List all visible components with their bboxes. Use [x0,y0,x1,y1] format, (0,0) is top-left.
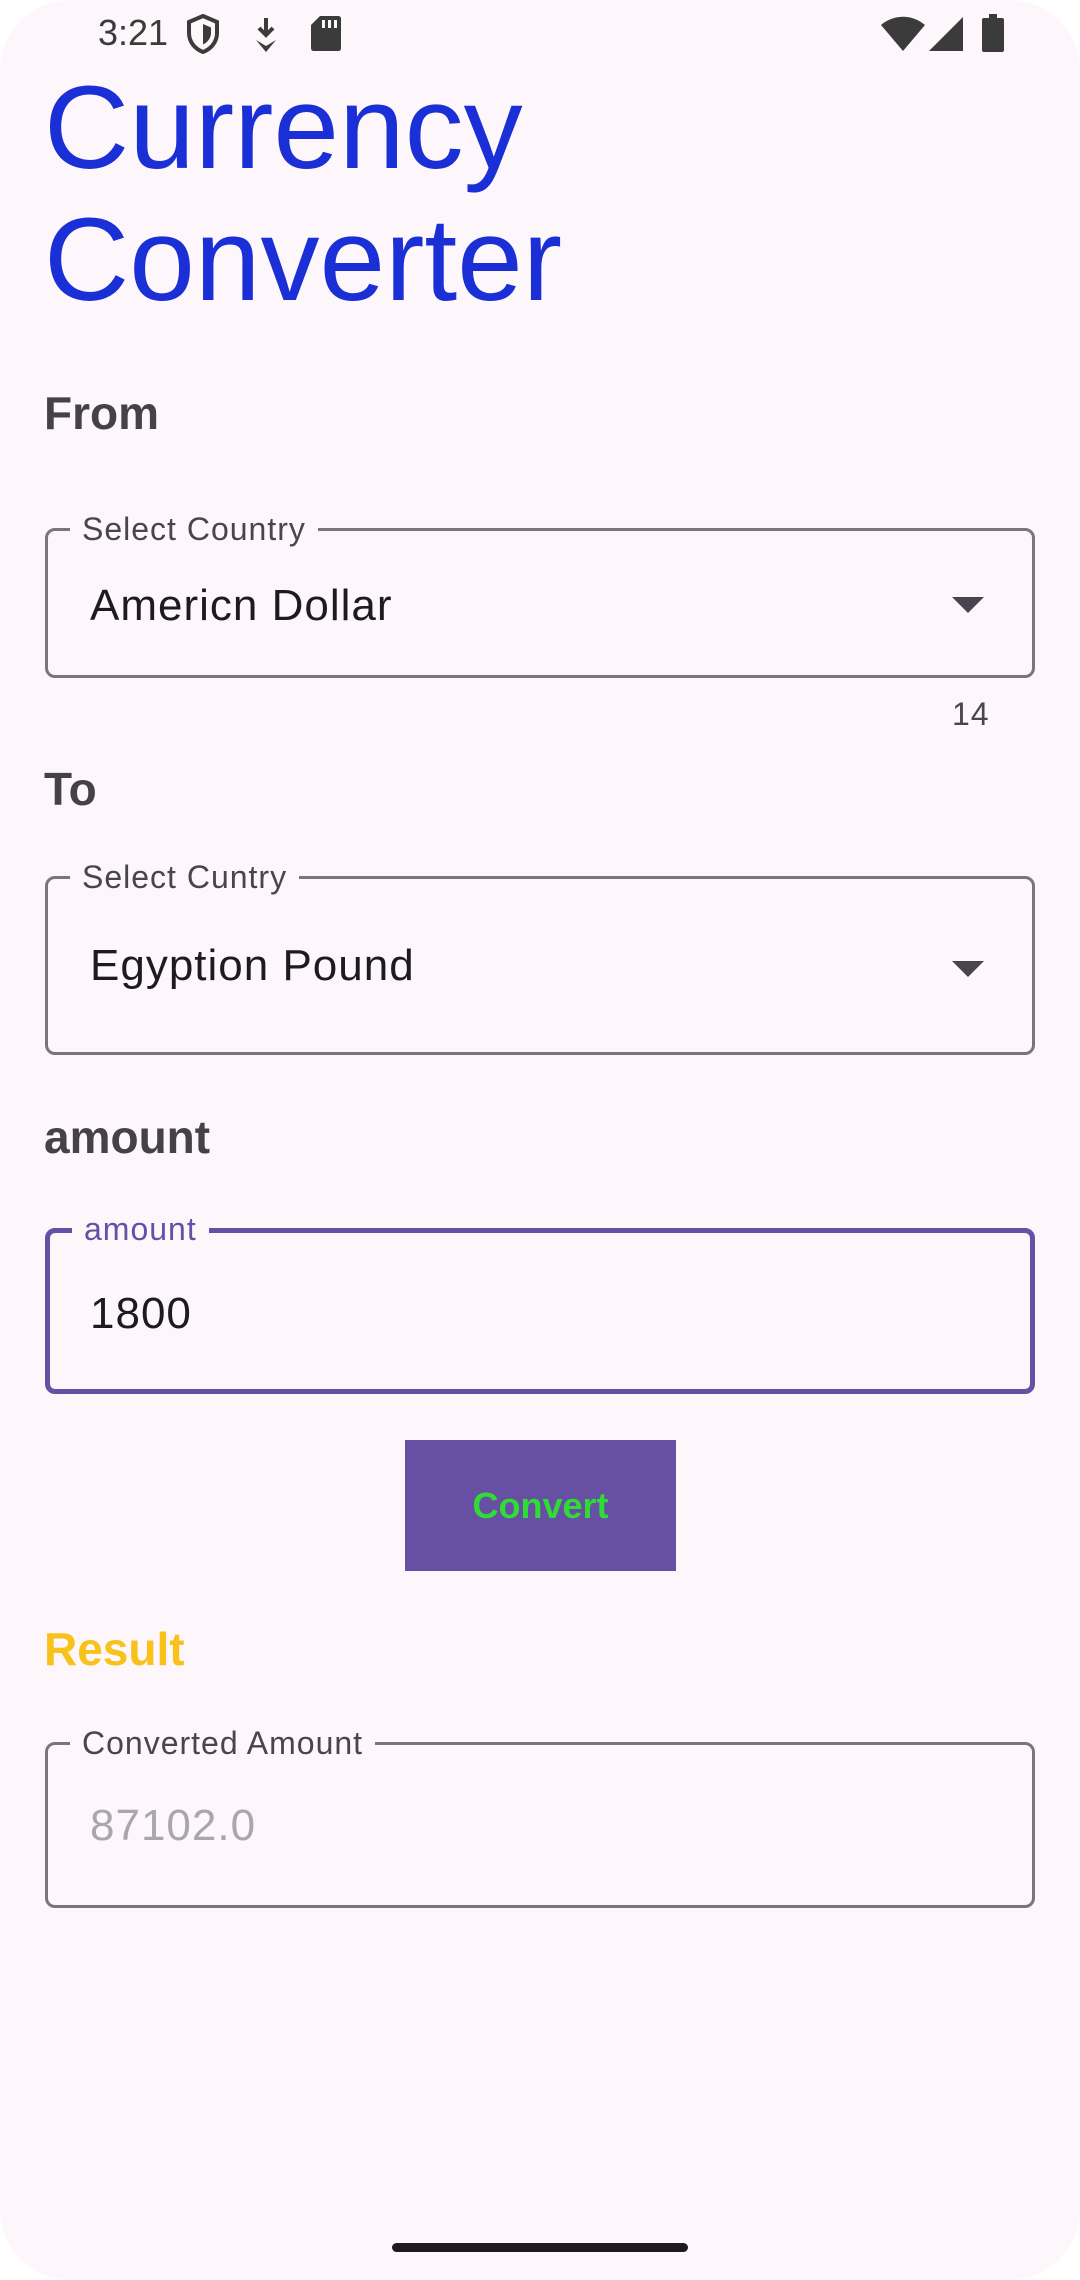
amount-input[interactable]: amount 1800 [45,1209,1035,1394]
converted-amount-field: Converted Amount 87102.0 [45,1723,1035,1908]
result-label: Result [44,1623,185,1675]
shield-icon [186,13,220,59]
convert-button[interactable]: Convert [405,1440,676,1571]
title-line-2: Converter [44,194,563,326]
to-selected-value: Egyption Pound [90,941,415,990]
status-bar: 3:21 [0,0,1080,66]
title-line-1: Currency [44,62,523,194]
page-title: Currency Converter [44,62,944,326]
amount-label: amount [44,1111,211,1163]
amount-value[interactable]: 1800 [90,1289,192,1339]
character-counter: 14 [952,696,990,732]
to-label: To [44,763,97,815]
from-selected-value: Americn Dollar [90,581,393,630]
sd-card-icon [310,14,342,57]
status-time: 3:21 [98,12,169,53]
dropdown-arrow-icon[interactable] [952,961,984,977]
to-field-label: Select Cuntry [70,857,300,897]
converted-amount-label: Converted Amount [70,1723,376,1763]
dropdown-arrow-icon[interactable] [952,597,984,613]
from-country-dropdown[interactable]: Select Country Americn Dollar [45,509,1035,678]
to-country-dropdown[interactable]: Select Cuntry Egyption Pound [45,857,1035,1055]
app-screen: 3:21 Currency Converter From Select Coun… [0,0,1080,2280]
download-icon [252,14,280,59]
from-field-label: Select Country [70,509,318,549]
amount-field-label: amount [72,1209,209,1249]
signal-icon [928,16,964,57]
battery-icon [982,14,1004,57]
wifi-icon [880,16,926,57]
home-indicator[interactable] [392,2243,688,2252]
from-label: From [44,387,159,439]
converted-amount-value: 87102.0 [90,1801,257,1850]
